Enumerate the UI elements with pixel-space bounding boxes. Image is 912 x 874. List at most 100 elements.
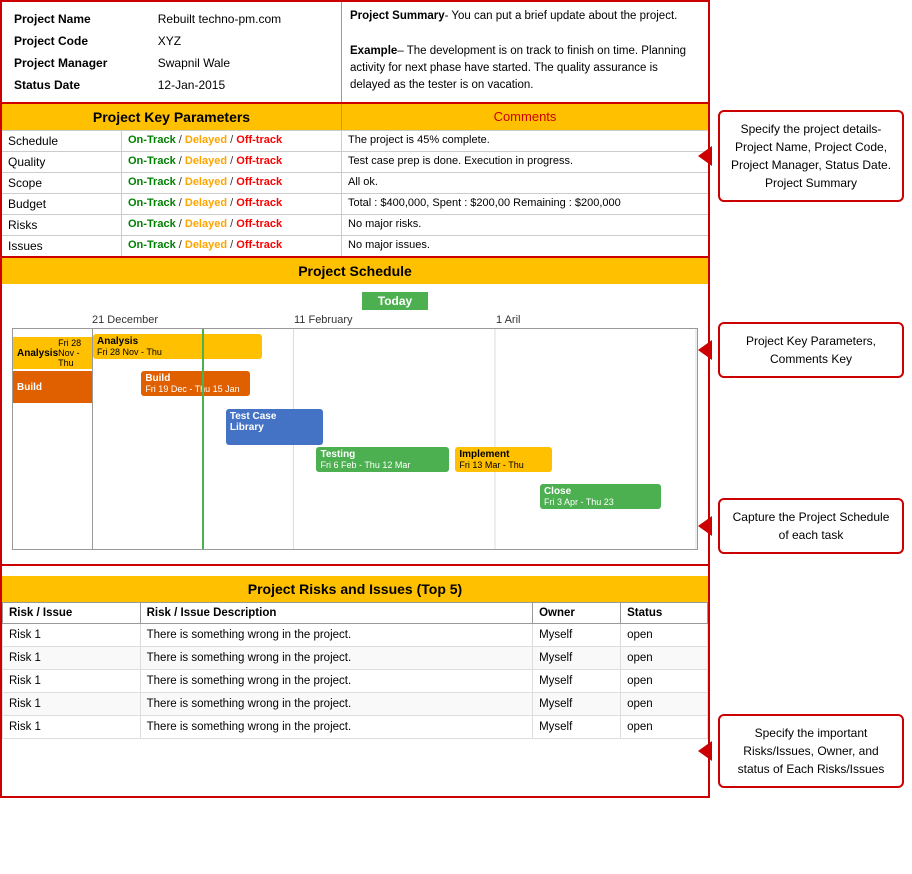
timeline-label-3: 1 Aril — [496, 314, 698, 326]
task-label-analysis: AnalysisFri 28 Nov - Thu — [13, 337, 92, 369]
summary-label: Project Summary — [350, 10, 445, 22]
status-date-value: 12-Jan-2015 — [154, 74, 333, 96]
risk-owner: Myself — [533, 693, 621, 716]
risk-row: Risk 1 There is something wrong in the p… — [3, 693, 708, 716]
param-comment: Test case prep is done. Execution in pro… — [342, 152, 708, 172]
gantt-wrapper: Today 21 December 11 February 1 Aril Ana… — [2, 284, 708, 554]
annotation-2: Project Key Parameters, Comments Key — [718, 322, 904, 378]
risk-issue: Risk 1 — [3, 647, 141, 670]
risk-desc: There is something wrong in the project. — [140, 647, 532, 670]
params-row: Issues On-Track / Delayed / Off-track No… — [2, 235, 708, 256]
gantt-task-analysis: Analysis Fri 28 Nov - Thu — [93, 334, 262, 359]
project-manager-label: Project Manager — [10, 52, 154, 74]
params-row: Quality On-Track / Delayed / Off-track T… — [2, 151, 708, 172]
risks-section: Project Risks and Issues (Top 5) Risk / … — [2, 576, 708, 739]
risk-owner: Myself — [533, 647, 621, 670]
risk-row: Risk 1 There is something wrong in the p… — [3, 647, 708, 670]
comments-title: Comments — [342, 104, 708, 130]
project-name-value: Rebuilt techno-pm.com — [154, 8, 333, 30]
schedule-section: Project Schedule Today 21 December 11 Fe… — [2, 258, 708, 566]
risks-col-status: Status — [621, 603, 708, 624]
timeline-label-1: 21 December — [92, 314, 294, 326]
params-rows: Schedule On-Track / Delayed / Off-track … — [2, 130, 708, 256]
status-date-label: Status Date — [10, 74, 154, 96]
risk-owner: Myself — [533, 624, 621, 647]
param-label: Budget — [2, 194, 122, 214]
param-status: On-Track / Delayed / Off-track — [122, 215, 342, 235]
gantt-chart: Analysis Fri 28 Nov - Thu Build Fri 19 D… — [93, 329, 697, 549]
params-section: Project Key Parameters Comments Schedule… — [2, 104, 708, 258]
annotation-3: Capture the Project Schedule of each tas… — [718, 498, 904, 554]
param-status: On-Track / Delayed / Off-track — [122, 173, 342, 193]
summary-desc: - You can put a brief update about the p… — [445, 10, 678, 22]
param-label: Schedule — [2, 131, 122, 151]
param-label: Quality — [2, 152, 122, 172]
params-row: Risks On-Track / Delayed / Off-track No … — [2, 214, 708, 235]
param-comment: No major issues. — [342, 236, 708, 256]
project-summary: Project Summary- You can put a brief upd… — [342, 2, 708, 102]
param-status: On-Track / Delayed / Off-track — [122, 131, 342, 151]
risks-col-owner: Owner — [533, 603, 621, 624]
gantt-task-testing: Testing Fri 6 Feb - Thu 12 Mar — [316, 447, 449, 472]
today-button: Today — [362, 292, 428, 310]
risk-status: open — [621, 647, 708, 670]
example-label: Example — [350, 45, 397, 57]
risk-owner: Myself — [533, 670, 621, 693]
annotation-1: Specify the project details- Project Nam… — [718, 110, 904, 202]
risk-owner: Myself — [533, 716, 621, 739]
risk-issue: Risk 1 — [3, 693, 141, 716]
risks-col-risk: Risk / Issue — [3, 603, 141, 624]
project-code-label: Project Code — [10, 30, 154, 52]
gantt-task-close: Close Fri 3 Apr - Thu 23 — [540, 484, 661, 509]
param-label: Scope — [2, 173, 122, 193]
project-details: Project Name Rebuilt techno-pm.com Proje… — [2, 2, 342, 102]
annotations-panel: Specify the project details- Project Nam… — [710, 0, 912, 798]
main-content: Project Name Rebuilt techno-pm.com Proje… — [0, 0, 710, 798]
gantt-task-testcase: Test Case Library — [226, 409, 323, 445]
risk-desc: There is something wrong in the project. — [140, 624, 532, 647]
timeline-label-2: 11 February — [294, 314, 496, 326]
page-wrapper: Project Name Rebuilt techno-pm.com Proje… — [0, 0, 912, 798]
gantt-timeline: 21 December 11 February 1 Aril — [12, 314, 698, 326]
params-row: Scope On-Track / Delayed / Off-track All… — [2, 172, 708, 193]
project-manager-value: Swapnil Wale — [154, 52, 333, 74]
gantt-task-build: Build Fri 19 Dec - Thu 15 Jan — [141, 371, 250, 396]
param-status: On-Track / Delayed / Off-track — [122, 152, 342, 172]
param-label: Issues — [2, 236, 122, 256]
task-label-build: Build — [13, 371, 92, 403]
risk-issue: Risk 1 — [3, 624, 141, 647]
gantt-task-implement: Implement Fri 13 Mar - Thu — [455, 447, 552, 472]
risk-status: open — [621, 693, 708, 716]
gantt-task-labels: AnalysisFri 28 Nov - Thu Build — [13, 329, 93, 549]
params-header: Project Key Parameters Comments — [2, 104, 708, 130]
spacer1 — [2, 566, 708, 576]
risk-row: Risk 1 There is something wrong in the p… — [3, 716, 708, 739]
params-row: Budget On-Track / Delayed / Off-track To… — [2, 193, 708, 214]
risk-desc: There is something wrong in the project. — [140, 670, 532, 693]
params-title: Project Key Parameters — [2, 104, 342, 130]
param-comment: The project is 45% complete. — [342, 131, 708, 151]
project-info-section: Project Name Rebuilt techno-pm.com Proje… — [2, 2, 708, 104]
risk-desc: There is something wrong in the project. — [140, 693, 532, 716]
risk-issue: Risk 1 — [3, 716, 141, 739]
risk-row: Risk 1 There is something wrong in the p… — [3, 670, 708, 693]
annotation-4: Specify the important Risks/Issues, Owne… — [718, 714, 904, 788]
schedule-header: Project Schedule — [2, 258, 708, 284]
project-code-value: XYZ — [154, 30, 333, 52]
param-comment: All ok. — [342, 173, 708, 193]
param-status: On-Track / Delayed / Off-track — [122, 236, 342, 256]
risk-status: open — [621, 670, 708, 693]
gantt-area: AnalysisFri 28 Nov - Thu Build Analysis … — [12, 328, 698, 550]
param-label: Risks — [2, 215, 122, 235]
risk-issue: Risk 1 — [3, 670, 141, 693]
param-status: On-Track / Delayed / Off-track — [122, 194, 342, 214]
risks-header: Project Risks and Issues (Top 5) — [2, 576, 708, 602]
risk-row: Risk 1 There is something wrong in the p… — [3, 624, 708, 647]
params-row: Schedule On-Track / Delayed / Off-track … — [2, 130, 708, 151]
today-line — [202, 329, 204, 549]
param-comment: Total : $400,000, Spent : $200,00 Remain… — [342, 194, 708, 214]
today-marker: Today — [12, 292, 698, 310]
risk-status: open — [621, 716, 708, 739]
risks-col-desc: Risk / Issue Description — [140, 603, 532, 624]
param-comment: No major risks. — [342, 215, 708, 235]
